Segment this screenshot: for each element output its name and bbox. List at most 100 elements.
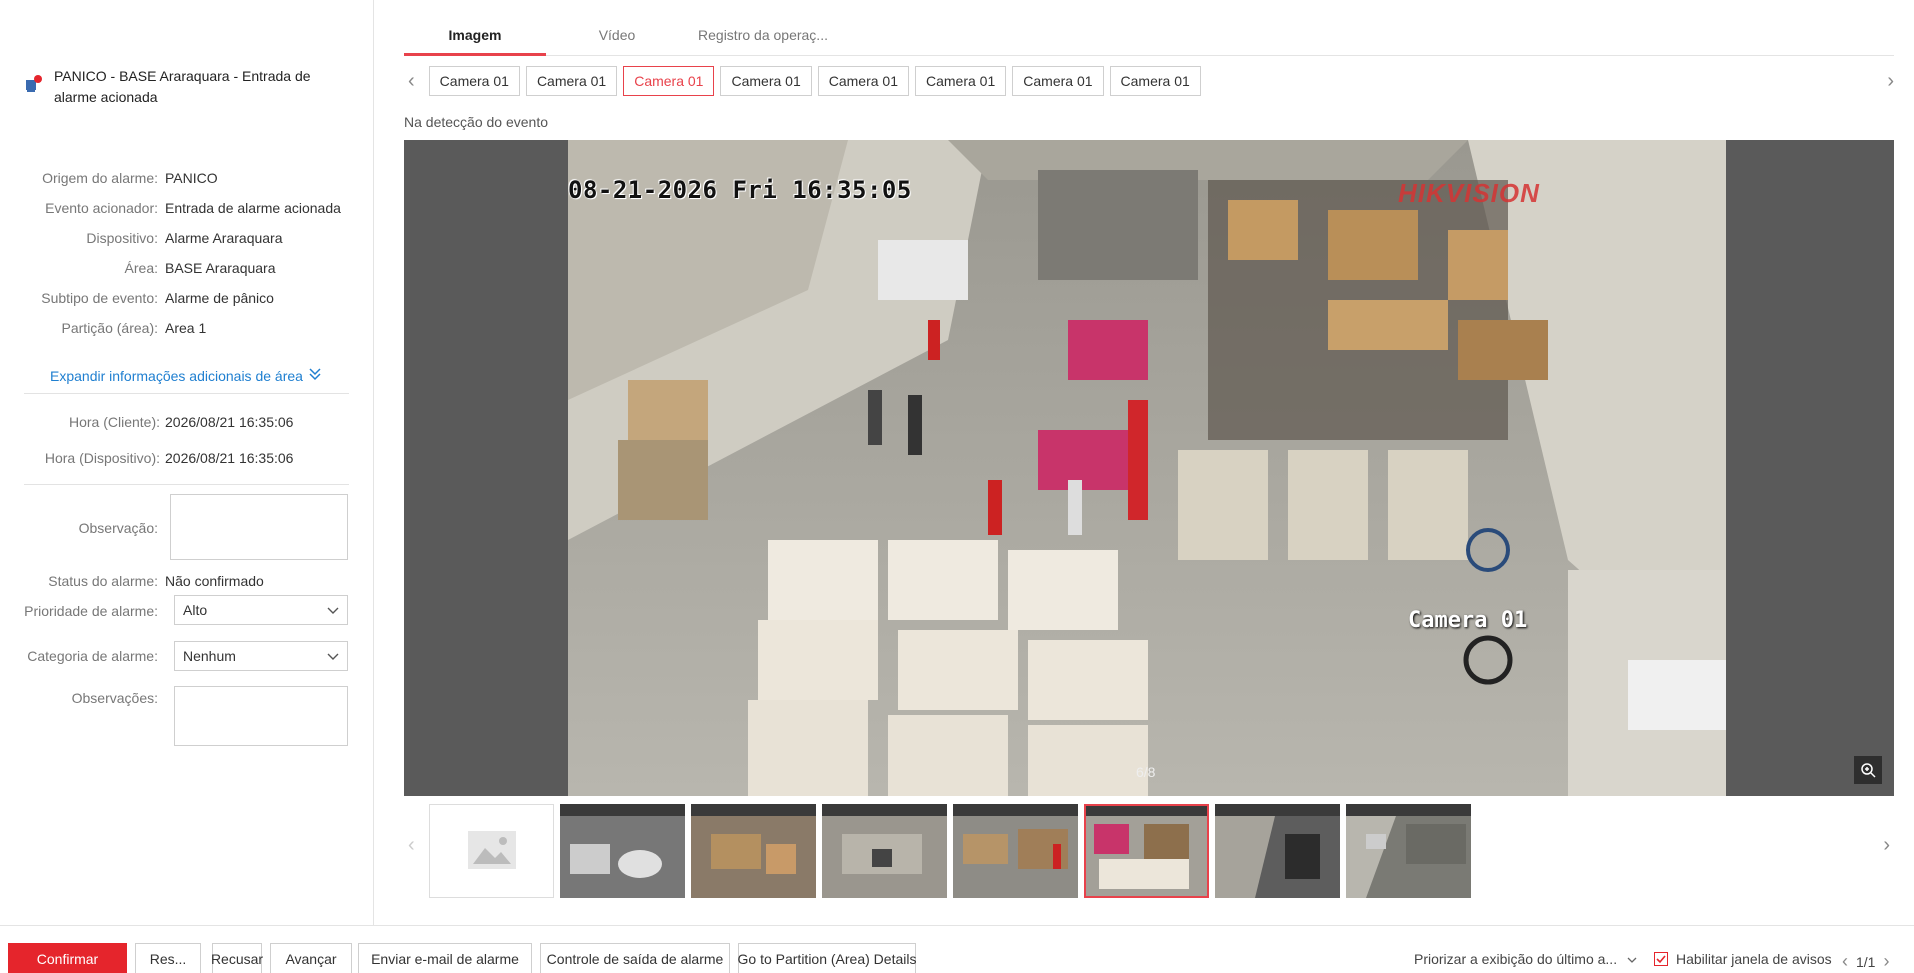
- status-row: Status do alarme: Não confirmado: [0, 572, 264, 590]
- image-caption: Na detecção do evento: [404, 114, 548, 130]
- detail-value: Area 1: [165, 320, 207, 336]
- detail-label: Evento acionador:: [45, 200, 158, 216]
- thumbnail-placeholder[interactable]: [429, 804, 554, 898]
- send-email-button[interactable]: Enviar e-mail de alarme: [358, 943, 532, 973]
- priority-select-value: Alto: [183, 602, 208, 618]
- thumbnail[interactable]: [953, 804, 1078, 898]
- detail-label: Partição (área):: [61, 320, 158, 336]
- detail-row-origin: Origem do alarme: PANICO: [0, 169, 218, 187]
- chevron-down-icon: [327, 602, 339, 618]
- partition-details-button[interactable]: Go to Partition (Area) Details: [738, 943, 916, 973]
- status-value: Não confirmado: [165, 573, 264, 589]
- thumbnail-selected[interactable]: [1084, 804, 1209, 898]
- enable-popup-checkbox[interactable]: Habilitar janela de avisos: [1654, 951, 1832, 967]
- image-placeholder-icon: [467, 830, 517, 873]
- time-label: Hora (Dispositivo):: [44, 450, 160, 466]
- thumbnail-strip: ‹ ›: [404, 804, 1894, 898]
- thumbnail[interactable]: [822, 804, 947, 898]
- alarm-details-panel: PANICO - BASE Araraquara - Entrada de al…: [0, 0, 374, 925]
- camera-button[interactable]: Camera 01: [720, 66, 812, 96]
- osd-brand-watermark: HIKVISION: [1398, 178, 1540, 208]
- action-bar: Confirmar Res... Recusar Avançar Enviar …: [0, 925, 1914, 973]
- observacao-label: Observação:: [78, 520, 158, 536]
- camera-button[interactable]: Camera 01: [1012, 66, 1104, 96]
- camera-button[interactable]: Camera 01: [1109, 66, 1201, 96]
- thumbnail[interactable]: [1215, 804, 1340, 898]
- enable-popup-label: Habilitar janela de avisos: [1676, 951, 1832, 967]
- divider: [24, 393, 349, 394]
- thumbnail[interactable]: [560, 804, 685, 898]
- camera-button[interactable]: Camera 01: [817, 66, 909, 96]
- category-select[interactable]: Nenhum: [174, 641, 348, 671]
- divider: [24, 484, 349, 485]
- checkbox-checked-icon: [1654, 952, 1668, 966]
- category-label: Categoria de alarme:: [27, 648, 158, 664]
- chevron-left-icon[interactable]: ‹: [408, 70, 415, 93]
- detail-value: PANICO: [165, 170, 218, 186]
- chevron-down-icon: [327, 648, 339, 664]
- media-panel: Imagem Vídeo Registro da operaç... ‹ Cam…: [404, 0, 1894, 925]
- category-select-value: Nenhum: [183, 648, 236, 664]
- camera-button[interactable]: Camera 01: [428, 66, 520, 96]
- detail-label: Origem do alarme:: [42, 170, 158, 186]
- detail-label: Área:: [124, 260, 158, 276]
- detail-value: BASE Araraquara: [165, 260, 276, 276]
- pager: ‹ 1/1 ›: [1842, 951, 1889, 972]
- image-viewer[interactable]: 08-21-2026 Fri 16:35:05 HIKVISION Camera…: [404, 140, 1894, 796]
- refuse-button[interactable]: Recusar: [211, 943, 263, 973]
- prioritize-dropdown[interactable]: Priorizar a exibição do último a...: [1414, 951, 1637, 967]
- alarm-title: PANICO - BASE Araraquara - Entrada de al…: [54, 68, 311, 105]
- detail-row-subtype: Subtipo de evento: Alarme de pânico: [0, 289, 274, 307]
- zoom-in-icon[interactable]: [1854, 756, 1882, 784]
- tab-video[interactable]: Vídeo: [546, 20, 688, 55]
- time-label: Hora (Cliente):: [68, 414, 160, 430]
- time-row-device: Hora (Dispositivo): 2026/08/21 16:35:06: [0, 449, 294, 467]
- observacoes-label: Observações:: [71, 690, 158, 706]
- chevron-right-icon[interactable]: ›: [1883, 834, 1890, 857]
- detail-value: Alarme Araraquara: [165, 230, 283, 246]
- detail-value: Entrada de alarme acionada: [165, 200, 341, 216]
- observacao-row: Observação:: [0, 519, 165, 537]
- observacao-textarea[interactable]: [170, 494, 348, 560]
- alarm-output-button[interactable]: Controle de saída de alarme: [540, 943, 730, 973]
- alarm-title-row: PANICO - BASE Araraquara - Entrada de al…: [24, 66, 354, 108]
- camera-strip: ‹ Camera 01 Camera 01 Camera 01 Camera 0…: [404, 66, 1894, 96]
- advance-button[interactable]: Avançar: [270, 943, 352, 973]
- detail-row-event: Evento acionador: Entrada de alarme acio…: [0, 199, 341, 217]
- detail-row-device: Dispositivo: Alarme Araraquara: [0, 229, 283, 247]
- time-row-client: Hora (Cliente): 2026/08/21 16:35:06: [0, 413, 294, 431]
- camera-button-selected[interactable]: Camera 01: [623, 66, 715, 96]
- camera-button[interactable]: Camera 01: [915, 66, 1007, 96]
- thumbnail[interactable]: [691, 804, 816, 898]
- chevron-left-icon[interactable]: ‹: [408, 834, 415, 857]
- osd-camera-name: Camera 01: [1408, 608, 1528, 633]
- detail-label: Subtipo de evento:: [41, 290, 158, 306]
- double-chevron-down-icon: [308, 367, 322, 384]
- confirm-button[interactable]: Confirmar: [8, 943, 127, 973]
- alarm-icon: [24, 74, 44, 94]
- media-tabs: Imagem Vídeo Registro da operaç...: [404, 20, 1894, 56]
- tab-registro[interactable]: Registro da operaç...: [688, 20, 838, 55]
- res-button[interactable]: Res...: [135, 943, 201, 973]
- time-value: 2026/08/21 16:35:06: [165, 414, 294, 430]
- chevron-right-icon[interactable]: ›: [1887, 70, 1894, 93]
- detail-value: Alarme de pânico: [165, 290, 274, 306]
- category-row: Categoria de alarme:: [0, 647, 165, 665]
- time-value: 2026/08/21 16:35:06: [165, 450, 294, 466]
- pager-value: 1/1: [1856, 953, 1876, 970]
- priority-row: Prioridade de alarme:: [0, 602, 165, 620]
- camera-button[interactable]: Camera 01: [525, 66, 618, 96]
- detail-label: Dispositivo:: [86, 230, 158, 246]
- observacoes-row: Observações:: [0, 689, 165, 707]
- expand-area-info-link[interactable]: Expandir informações adicionais de área: [50, 367, 322, 384]
- chevron-right-icon[interactable]: ›: [1883, 951, 1889, 972]
- expand-link-label: Expandir informações adicionais de área: [50, 367, 303, 384]
- tab-imagem[interactable]: Imagem: [404, 20, 546, 56]
- chevron-left-icon[interactable]: ‹: [1842, 951, 1848, 972]
- image-counter: 6/8: [1136, 764, 1156, 780]
- observacoes-textarea[interactable]: [174, 686, 348, 746]
- status-label: Status do alarme:: [48, 573, 158, 589]
- osd-timestamp: 08-21-2026 Fri 16:35:05: [568, 176, 912, 204]
- thumbnail[interactable]: [1346, 804, 1471, 898]
- priority-select[interactable]: Alto: [174, 595, 348, 625]
